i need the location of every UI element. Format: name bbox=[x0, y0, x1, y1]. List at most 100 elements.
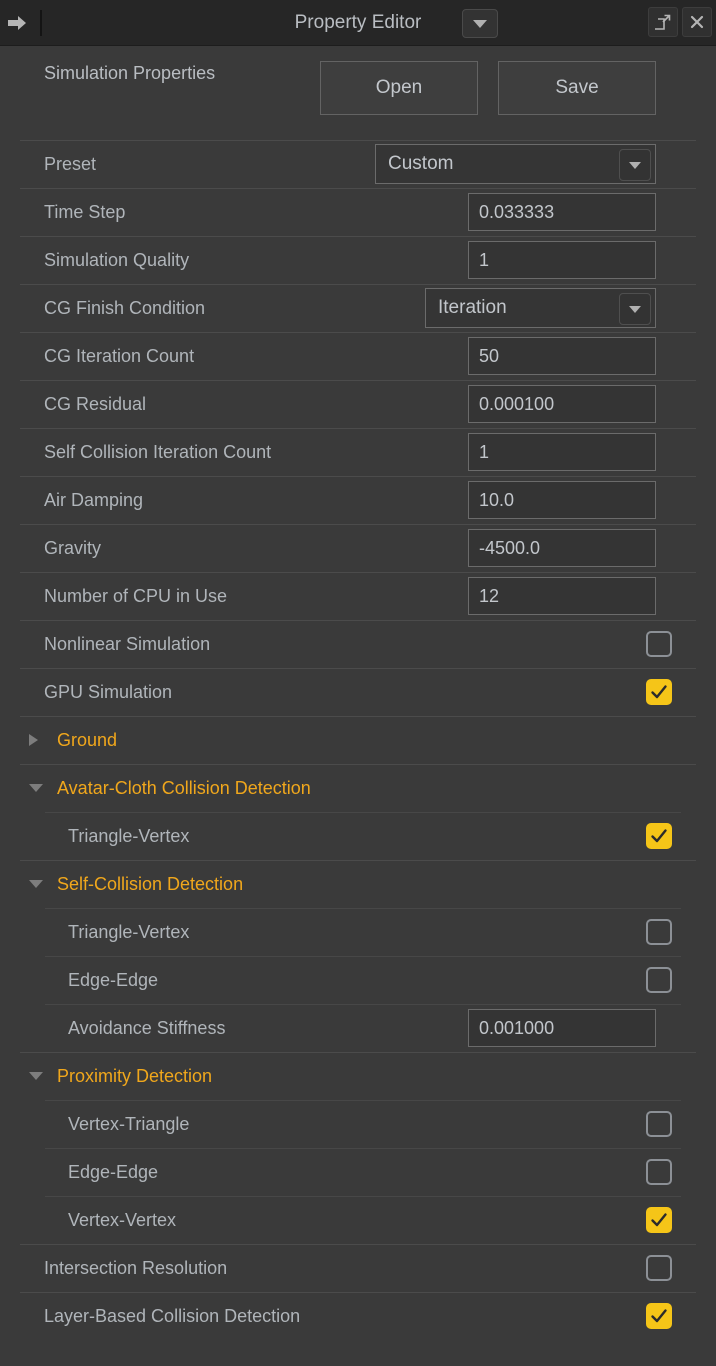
property-label: Air Damping bbox=[44, 490, 143, 511]
section-header-ground[interactable]: Ground bbox=[0, 716, 716, 764]
property-row-cg-residual: CG Residual 0.000100 bbox=[0, 380, 716, 428]
save-button[interactable]: Save bbox=[498, 61, 656, 115]
value-input-cg-iteration-count[interactable]: 50 bbox=[468, 337, 656, 375]
property-label: Preset bbox=[44, 154, 96, 175]
section-header-proximity-detection[interactable]: Proximity Detection bbox=[0, 1052, 716, 1100]
triangle-down-icon[interactable] bbox=[29, 880, 43, 888]
close-button[interactable] bbox=[682, 7, 712, 37]
property-label: Time Step bbox=[44, 202, 125, 223]
property-row-air-damping: Air Damping 10.0 bbox=[0, 476, 716, 524]
property-label: CG Residual bbox=[44, 394, 146, 415]
row-separator bbox=[45, 908, 681, 909]
property-label: Avoidance Stiffness bbox=[68, 1018, 225, 1039]
checkbox-edge-edge[interactable] bbox=[646, 967, 672, 993]
triangle-right-icon[interactable] bbox=[29, 734, 38, 746]
simulation-properties-header: Simulation Properties Open Save bbox=[0, 46, 716, 101]
property-row-triangle-vertex: Triangle-Vertex bbox=[0, 908, 716, 956]
row-separator bbox=[45, 1100, 681, 1101]
row-separator bbox=[20, 524, 696, 525]
row-separator bbox=[20, 716, 696, 717]
checkbox-gpu-simulation[interactable] bbox=[646, 679, 672, 705]
section-header-self-collision-detection[interactable]: Self-Collision Detection bbox=[0, 860, 716, 908]
checkbox-layer-based-collision-detection[interactable] bbox=[646, 1303, 672, 1329]
property-row-vertex-triangle: Vertex-Triangle bbox=[0, 1100, 716, 1148]
row-separator bbox=[20, 188, 696, 189]
row-separator bbox=[20, 380, 696, 381]
property-row-cg-iteration-count: CG Iteration Count 50 bbox=[0, 332, 716, 380]
chevron-down-icon bbox=[629, 306, 641, 313]
property-label: Triangle-Vertex bbox=[68, 922, 189, 943]
property-row-layer-based-collision-detection: Layer-Based Collision Detection bbox=[0, 1292, 716, 1340]
value-input-simulation-quality[interactable]: 1 bbox=[468, 241, 656, 279]
row-separator bbox=[20, 1292, 696, 1293]
window-controls bbox=[648, 7, 712, 37]
property-label: Simulation Quality bbox=[44, 250, 189, 271]
value-input-number-of-cpu-in-use[interactable]: 12 bbox=[468, 577, 656, 615]
row-separator bbox=[20, 572, 696, 573]
row-separator bbox=[20, 860, 696, 861]
pop-out-button[interactable] bbox=[648, 7, 678, 37]
property-row-edge-edge: Edge-Edge bbox=[0, 956, 716, 1004]
value-input-gravity[interactable]: -4500.0 bbox=[468, 529, 656, 567]
window-title: Property Editor bbox=[0, 0, 716, 45]
property-row-preset: Preset Custom bbox=[0, 140, 716, 188]
property-label: CG Finish Condition bbox=[44, 298, 205, 319]
check-icon bbox=[649, 1306, 669, 1326]
property-row-gpu-simulation: GPU Simulation bbox=[0, 668, 716, 716]
triangle-down-icon[interactable] bbox=[29, 1072, 43, 1080]
property-label: Vertex-Triangle bbox=[68, 1114, 189, 1135]
section-label: Proximity Detection bbox=[57, 1066, 212, 1087]
property-label: Triangle-Vertex bbox=[68, 826, 189, 847]
checkbox-edge-edge[interactable] bbox=[646, 1159, 672, 1185]
property-label: CG Iteration Count bbox=[44, 346, 194, 367]
triangle-down-icon[interactable] bbox=[29, 784, 43, 792]
property-label: Gravity bbox=[44, 538, 101, 559]
property-label: Number of CPU in Use bbox=[44, 586, 227, 607]
property-label: Intersection Resolution bbox=[44, 1258, 227, 1279]
value-input-self-collision-iteration-count[interactable]: 1 bbox=[468, 433, 656, 471]
property-label: Edge-Edge bbox=[68, 1162, 158, 1183]
property-rows: Preset Custom Time Step 0.033333 Simulation … bbox=[0, 140, 716, 1340]
property-row-intersection-resolution: Intersection Resolution bbox=[0, 1244, 716, 1292]
row-separator bbox=[45, 1004, 681, 1005]
row-separator bbox=[20, 1244, 696, 1245]
value-input-time-step[interactable]: 0.033333 bbox=[468, 193, 656, 231]
value-input-cg-residual[interactable]: 0.000100 bbox=[468, 385, 656, 423]
window-titlebar: Property Editor bbox=[0, 0, 716, 46]
chevron-down-icon bbox=[629, 162, 641, 169]
checkbox-triangle-vertex[interactable] bbox=[646, 919, 672, 945]
row-separator bbox=[45, 1148, 681, 1149]
checkbox-intersection-resolution[interactable] bbox=[646, 1255, 672, 1281]
property-label: GPU Simulation bbox=[44, 682, 172, 703]
chevron-down-icon bbox=[473, 20, 487, 28]
row-separator bbox=[45, 956, 681, 957]
dropdown-preset[interactable]: Custom bbox=[375, 144, 656, 184]
property-label: Layer-Based Collision Detection bbox=[44, 1306, 300, 1327]
dropdown-value: Custom bbox=[388, 153, 453, 175]
dropdown-arrow-button[interactable] bbox=[619, 293, 651, 325]
dropdown-cg-finish-condition[interactable]: Iteration bbox=[425, 288, 656, 328]
value-input-air-damping[interactable]: 10.0 bbox=[468, 481, 656, 519]
pop-out-icon bbox=[655, 14, 671, 30]
checkbox-triangle-vertex[interactable] bbox=[646, 823, 672, 849]
row-separator bbox=[20, 284, 696, 285]
titlebar-divider bbox=[40, 10, 42, 36]
property-label: Nonlinear Simulation bbox=[44, 634, 210, 655]
arrow-right-icon[interactable] bbox=[6, 11, 30, 35]
check-icon bbox=[649, 826, 669, 846]
checkbox-vertex-vertex[interactable] bbox=[646, 1207, 672, 1233]
titlebar-menu-button[interactable] bbox=[462, 9, 498, 38]
section-header-avatar-cloth-collision-detection[interactable]: Avatar-Cloth Collision Detection bbox=[0, 764, 716, 812]
value-input-avoidance-stiffness[interactable]: 0.001000 bbox=[468, 1009, 656, 1047]
open-button[interactable]: Open bbox=[320, 61, 478, 115]
property-row-time-step: Time Step 0.033333 bbox=[0, 188, 716, 236]
section-label: Avatar-Cloth Collision Detection bbox=[57, 778, 311, 799]
property-label: Edge-Edge bbox=[68, 970, 158, 991]
row-separator bbox=[20, 764, 696, 765]
check-icon bbox=[649, 682, 669, 702]
checkbox-vertex-triangle[interactable] bbox=[646, 1111, 672, 1137]
row-separator bbox=[20, 668, 696, 669]
property-row-vertex-vertex: Vertex-Vertex bbox=[0, 1196, 716, 1244]
checkbox-nonlinear-simulation[interactable] bbox=[646, 631, 672, 657]
dropdown-arrow-button[interactable] bbox=[619, 149, 651, 181]
